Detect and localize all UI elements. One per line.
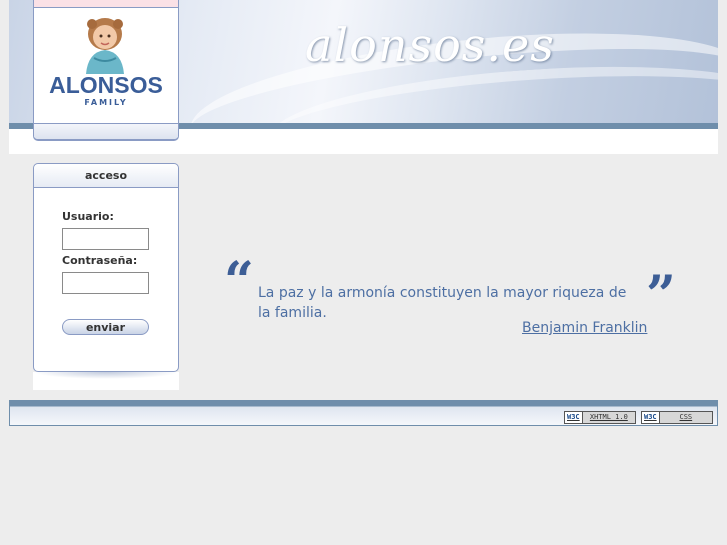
- submit-button[interactable]: enviar: [62, 319, 149, 335]
- username-input[interactable]: [62, 228, 149, 250]
- logo-top-strip: [34, 0, 178, 8]
- login-panel-shadow: [33, 372, 179, 390]
- logo-name: ALONSOS: [49, 72, 163, 98]
- logo-footer-strip: [34, 123, 178, 139]
- password-input[interactable]: [62, 272, 149, 294]
- logo-panel[interactable]: ALONSOS FAMILY: [33, 0, 179, 141]
- close-quote-icon: ”: [646, 265, 676, 326]
- w3c-css-badge[interactable]: W3C CSS: [641, 411, 713, 424]
- logo-subtitle: FAMILY: [84, 98, 128, 107]
- password-label: Contraseña:: [62, 254, 138, 267]
- site-title: alonsos.es: [305, 18, 555, 72]
- login-title: acceso: [34, 164, 178, 188]
- username-label: Usuario:: [62, 210, 114, 223]
- shadow-gradient: [33, 372, 179, 379]
- login-panel: acceso Usuario: Contraseña: enviar: [33, 163, 179, 372]
- badge-label: CSS: [659, 412, 712, 423]
- site-footer: W3C XHTML 1.0 W3C CSS: [9, 400, 718, 426]
- open-quote-icon: “: [224, 251, 254, 312]
- badge-label: XHTML 1.0: [582, 412, 635, 423]
- w3c-xhtml-badge[interactable]: W3C XHTML 1.0: [564, 411, 636, 424]
- w3c-logo-icon: W3C: [642, 412, 660, 423]
- quote-text: La paz y la armonía constituyen la mayor…: [258, 285, 627, 321]
- child-photo-icon: [86, 18, 124, 74]
- w3c-logo-icon: W3C: [565, 412, 583, 423]
- quote-author-link[interactable]: Benjamin Franklin: [522, 320, 647, 336]
